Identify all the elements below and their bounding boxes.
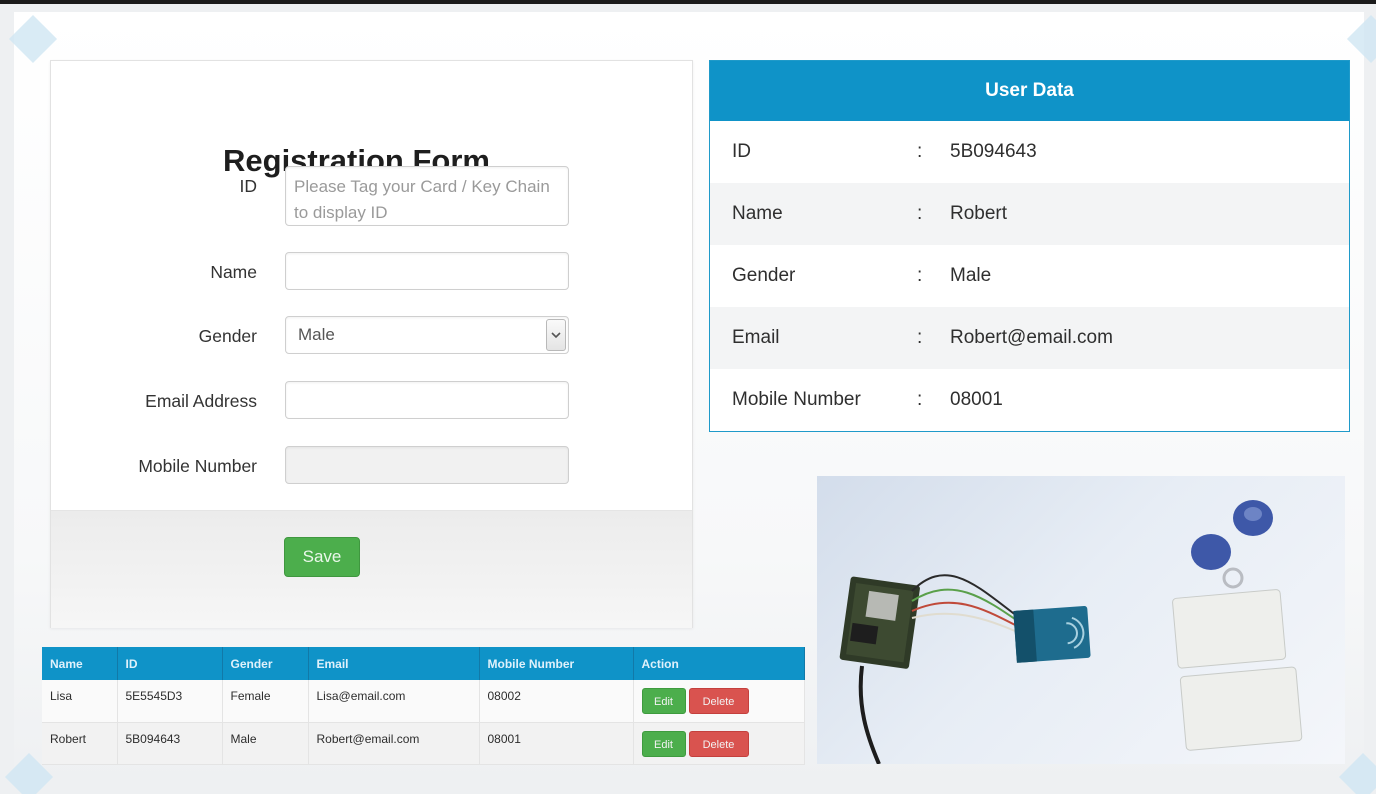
cell-name: Lisa bbox=[42, 680, 118, 723]
mobile-field[interactable] bbox=[285, 446, 569, 484]
registration-form: Registration Form ID Please Tag your Car… bbox=[50, 60, 693, 628]
name-label: Name bbox=[210, 262, 257, 282]
gender-label: Gender bbox=[198, 326, 257, 346]
email-field[interactable] bbox=[285, 381, 569, 419]
cell-email: Robert@email.com bbox=[308, 722, 480, 765]
column-header-email[interactable]: Email bbox=[308, 647, 480, 680]
gender-select[interactable]: Male bbox=[285, 316, 569, 354]
column-header-id[interactable]: ID bbox=[117, 647, 223, 680]
user-data-value: Robert bbox=[950, 203, 1008, 224]
cell-mobile: 08002 bbox=[479, 680, 634, 723]
user-data-row: Name : Robert bbox=[710, 183, 1349, 245]
column-header-action: Action bbox=[633, 647, 805, 680]
user-data-label: Email bbox=[732, 327, 780, 348]
user-data-separator: : bbox=[917, 265, 923, 286]
gender-selected-value: Male bbox=[298, 325, 335, 344]
delete-button[interactable]: Delete bbox=[688, 730, 749, 757]
user-data-value: 5B094643 bbox=[950, 141, 1037, 162]
table-row: Robert 5B094643 Male Robert@email.com 08… bbox=[42, 722, 805, 765]
user-data-value: Robert@email.com bbox=[950, 327, 1113, 348]
user-data-label: Name bbox=[732, 203, 783, 224]
user-data-row: Gender : Male bbox=[710, 245, 1349, 307]
cell-gender: Male bbox=[222, 722, 309, 765]
cell-id: 5B094643 bbox=[117, 722, 223, 765]
edit-button[interactable]: Edit bbox=[641, 688, 686, 714]
user-data-label: ID bbox=[732, 141, 751, 162]
column-header-name[interactable]: Name bbox=[42, 647, 118, 680]
cell-email: Lisa@email.com bbox=[308, 680, 480, 723]
user-data-title: User Data bbox=[710, 61, 1349, 121]
user-data-row: ID : 5B094643 bbox=[710, 121, 1349, 183]
cell-action: Edit Delete bbox=[633, 722, 805, 765]
column-header-mobile[interactable]: Mobile Number bbox=[479, 647, 634, 680]
user-data-separator: : bbox=[917, 389, 923, 410]
window-top-edge bbox=[0, 0, 1376, 4]
cell-name: Robert bbox=[42, 722, 118, 765]
users-table: Name ID Gender Email Mobile Number Actio… bbox=[42, 647, 805, 765]
form-footer: Save bbox=[51, 510, 692, 628]
user-data-separator: : bbox=[917, 327, 923, 348]
user-data-panel: User Data ID : 5B094643 Name : Robert Ge… bbox=[709, 60, 1350, 432]
rfid-hardware-illustration-icon bbox=[839, 500, 1303, 764]
user-data-label: Gender bbox=[732, 265, 796, 286]
user-data-row: Mobile Number : 08001 bbox=[710, 369, 1349, 431]
table-header-row: Name ID Gender Email Mobile Number Actio… bbox=[42, 647, 805, 680]
user-data-separator: : bbox=[917, 203, 923, 224]
user-data-value: Male bbox=[950, 265, 992, 286]
name-field[interactable] bbox=[285, 252, 569, 290]
edit-button[interactable]: Edit bbox=[641, 730, 686, 757]
column-header-gender[interactable]: Gender bbox=[222, 647, 309, 680]
id-label: ID bbox=[239, 176, 258, 196]
user-data-value: 08001 bbox=[950, 389, 1003, 410]
save-button[interactable]: Save bbox=[284, 537, 360, 577]
cell-id: 5E5545D3 bbox=[117, 680, 223, 723]
user-data-row: Email : Robert@email.com bbox=[710, 307, 1349, 369]
rfid-hardware-photo bbox=[817, 476, 1345, 764]
user-data-separator: : bbox=[917, 141, 923, 162]
id-field[interactable]: Please Tag your Card / Key Chain to disp… bbox=[285, 166, 569, 226]
mobile-label: Mobile Number bbox=[138, 456, 257, 476]
cell-action: Edit Delete bbox=[633, 680, 805, 723]
cell-mobile: 08001 bbox=[479, 722, 634, 765]
email-label: Email Address bbox=[145, 391, 257, 411]
chevron-down-icon[interactable] bbox=[546, 319, 566, 351]
delete-button[interactable]: Delete bbox=[688, 688, 749, 714]
user-data-label: Mobile Number bbox=[732, 389, 861, 410]
cell-gender: Female bbox=[222, 680, 309, 723]
table-row: Lisa 5E5545D3 Female Lisa@email.com 0800… bbox=[42, 680, 805, 723]
